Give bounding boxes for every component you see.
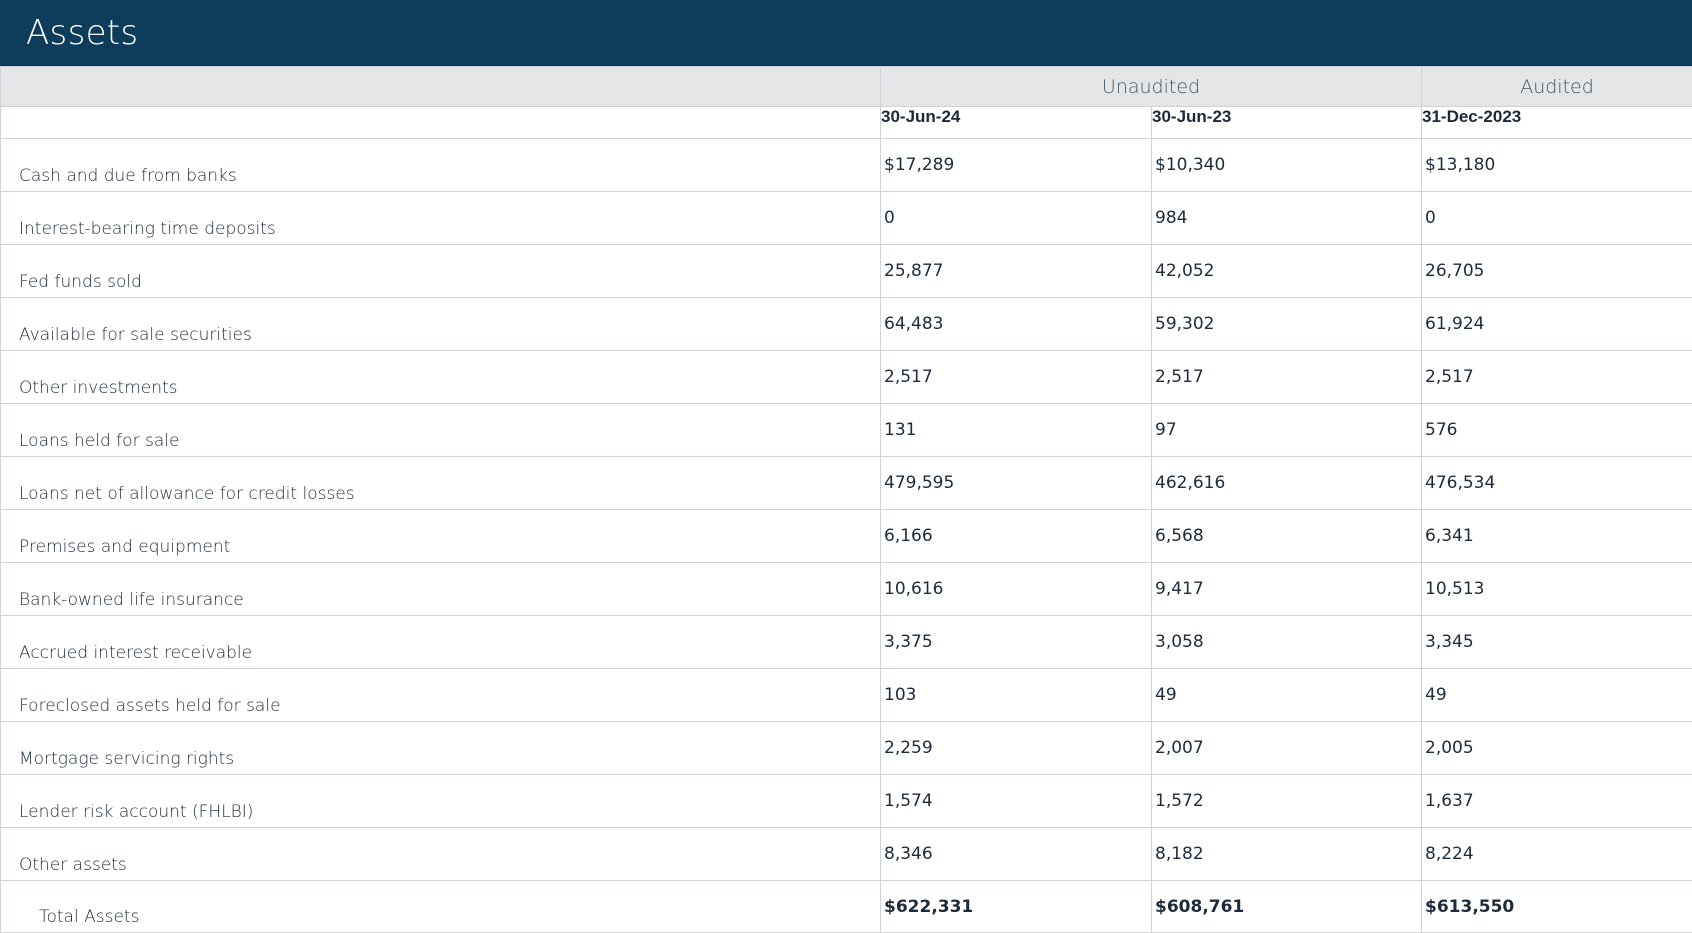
row-label: Premises and equipment bbox=[1, 510, 881, 563]
row-label: Lender risk account (FHLBI) bbox=[1, 775, 881, 828]
row-label: Loans held for sale bbox=[1, 404, 881, 457]
table-row: Bank-owned life insurance10,6169,41710,5… bbox=[1, 563, 1692, 616]
row-value: 2,005 bbox=[1422, 722, 1692, 775]
row-label: Other assets bbox=[1, 828, 881, 881]
total-value: $613,550 bbox=[1422, 881, 1692, 933]
table-row: Fed funds sold25,87742,05226,705 bbox=[1, 245, 1692, 298]
row-value: 2,517 bbox=[1152, 351, 1422, 404]
table-row: Premises and equipment6,1666,5686,341 bbox=[1, 510, 1692, 563]
table-row: Mortgage servicing rights2,2592,0072,005 bbox=[1, 722, 1692, 775]
row-label: Available for sale securities bbox=[1, 298, 881, 351]
row-value: 3,375 bbox=[881, 616, 1152, 669]
row-value: 2,517 bbox=[881, 351, 1152, 404]
table-row: Lender risk account (FHLBI)1,5741,5721,6… bbox=[1, 775, 1692, 828]
row-value: 8,346 bbox=[881, 828, 1152, 881]
row-value: 1,572 bbox=[1152, 775, 1422, 828]
table-row: Cash and due from banks$17,289$10,340$13… bbox=[1, 139, 1692, 192]
row-value: 10,616 bbox=[881, 563, 1152, 616]
row-value: 984 bbox=[1152, 192, 1422, 245]
date-header-row: 30-Jun-24 30-Jun-23 31-Dec-2023 bbox=[1, 107, 1692, 139]
column-header-date: 30-Jun-23 bbox=[1152, 107, 1422, 139]
row-value: 8,182 bbox=[1152, 828, 1422, 881]
row-value: 2,007 bbox=[1152, 722, 1422, 775]
row-value: 0 bbox=[1422, 192, 1692, 245]
row-value: 49 bbox=[1422, 669, 1692, 722]
row-value: 59,302 bbox=[1152, 298, 1422, 351]
row-label: Foreclosed assets held for sale bbox=[1, 669, 881, 722]
row-value: 8,224 bbox=[1422, 828, 1692, 881]
row-value: 103 bbox=[881, 669, 1152, 722]
table-row: Other investments2,5172,5172,517 bbox=[1, 351, 1692, 404]
row-value: $13,180 bbox=[1422, 139, 1692, 192]
row-value: $10,340 bbox=[1152, 139, 1422, 192]
row-value: 0 bbox=[881, 192, 1152, 245]
group-header-row: Unaudited Audited bbox=[1, 67, 1692, 107]
row-value: 9,417 bbox=[1152, 563, 1422, 616]
table-row: Other assets8,3468,1828,224 bbox=[1, 828, 1692, 881]
total-value: $608,761 bbox=[1152, 881, 1422, 933]
column-header-date: 31-Dec-2023 bbox=[1422, 107, 1692, 139]
row-label: Loans net of allowance for credit losses bbox=[1, 457, 881, 510]
total-label: Total Assets bbox=[1, 881, 881, 933]
row-value: 49 bbox=[1152, 669, 1422, 722]
column-header-date: 30-Jun-24 bbox=[881, 107, 1152, 139]
row-label: Interest-bearing time deposits bbox=[1, 192, 881, 245]
row-value: 1,637 bbox=[1422, 775, 1692, 828]
row-value: 6,341 bbox=[1422, 510, 1692, 563]
row-label: Other investments bbox=[1, 351, 881, 404]
table-row: Loans held for sale13197576 bbox=[1, 404, 1692, 457]
row-value: 3,345 bbox=[1422, 616, 1692, 669]
row-value: $17,289 bbox=[881, 139, 1152, 192]
table-row: Loans net of allowance for credit losses… bbox=[1, 457, 1692, 510]
page-title: Assets bbox=[26, 13, 138, 53]
table-row: Interest-bearing time deposits09840 bbox=[1, 192, 1692, 245]
row-value: 26,705 bbox=[1422, 245, 1692, 298]
total-value: $622,331 bbox=[881, 881, 1152, 933]
row-label: Cash and due from banks bbox=[1, 139, 881, 192]
row-value: 3,058 bbox=[1152, 616, 1422, 669]
row-value: 6,166 bbox=[881, 510, 1152, 563]
row-value: 2,517 bbox=[1422, 351, 1692, 404]
row-value: 576 bbox=[1422, 404, 1692, 457]
row-value: 479,595 bbox=[881, 457, 1152, 510]
group-header-unaudited: Unaudited bbox=[881, 67, 1422, 107]
title-bar: Assets bbox=[0, 0, 1692, 66]
row-label: Accrued interest receivable bbox=[1, 616, 881, 669]
row-value: 97 bbox=[1152, 404, 1422, 457]
row-value: 1,574 bbox=[881, 775, 1152, 828]
row-value: 6,568 bbox=[1152, 510, 1422, 563]
row-value: 476,534 bbox=[1422, 457, 1692, 510]
row-value: 42,052 bbox=[1152, 245, 1422, 298]
group-header-audited: Audited bbox=[1422, 67, 1692, 107]
row-label: Fed funds sold bbox=[1, 245, 881, 298]
row-value: 61,924 bbox=[1422, 298, 1692, 351]
group-header-blank bbox=[1, 67, 881, 107]
row-value: 25,877 bbox=[881, 245, 1152, 298]
row-label: Bank-owned life insurance bbox=[1, 563, 881, 616]
row-value: 10,513 bbox=[1422, 563, 1692, 616]
assets-table: Unaudited Audited 30-Jun-24 30-Jun-23 31… bbox=[0, 66, 1692, 933]
table-row: Accrued interest receivable3,3753,0583,3… bbox=[1, 616, 1692, 669]
row-label: Mortgage servicing rights bbox=[1, 722, 881, 775]
table-row: Available for sale securities64,48359,30… bbox=[1, 298, 1692, 351]
row-value: 462,616 bbox=[1152, 457, 1422, 510]
total-row: Total Assets$622,331$608,761$613,550 bbox=[1, 881, 1692, 933]
row-value: 64,483 bbox=[881, 298, 1152, 351]
table-row: Foreclosed assets held for sale1034949 bbox=[1, 669, 1692, 722]
row-value: 2,259 bbox=[881, 722, 1152, 775]
date-header-blank bbox=[1, 107, 881, 139]
row-value: 131 bbox=[881, 404, 1152, 457]
balance-sheet: Assets Unaudited Audited 30-Jun-24 30-Ju… bbox=[0, 0, 1692, 931]
